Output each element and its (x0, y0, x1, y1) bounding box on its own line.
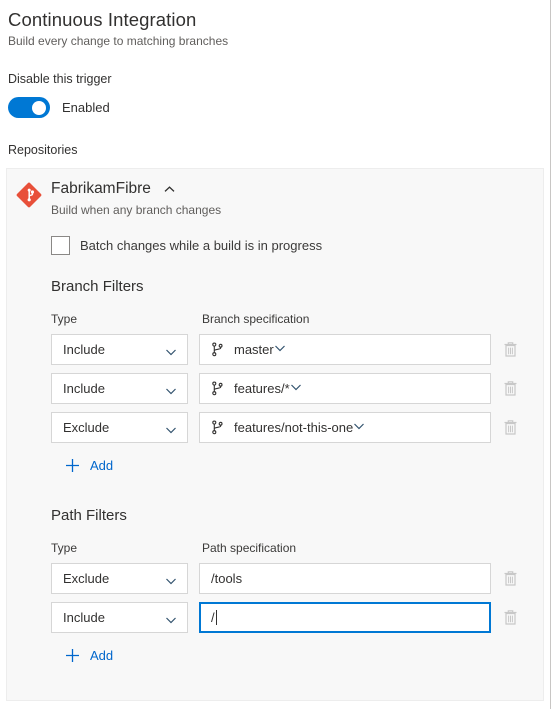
path-type-column-header: Type (51, 541, 78, 555)
repository-header-text: FabrikamFibre Build when any branch chan… (51, 179, 221, 218)
branch-specification-input[interactable]: features/not-this-one (199, 412, 491, 443)
add-branch-filter-label: Add (90, 458, 114, 473)
repository-panel: FabrikamFibre Build when any branch chan… (6, 168, 544, 701)
disable-trigger-label: Disable this trigger (8, 72, 112, 86)
repository-name: FabrikamFibre (51, 180, 151, 197)
delete-branch-filter-icon[interactable] (503, 419, 518, 436)
enable-trigger-toggle[interactable] (8, 97, 50, 118)
path-filter-type-value: Exclude (63, 571, 110, 586)
path-specification-input[interactable]: /tools (199, 563, 491, 594)
toggle-knob (32, 100, 46, 115)
git-branch-icon (211, 381, 225, 396)
branch-filter-type-value: Include (63, 381, 105, 396)
branch-filters-column-headers: Type Branch specification (51, 312, 543, 326)
git-repository-icon (15, 181, 43, 209)
path-filter-row: Exclude /tools (51, 563, 543, 594)
add-branch-filter-button[interactable]: Add (65, 458, 135, 473)
path-filter-type-value: Include (63, 610, 105, 625)
add-path-filter-label: Add (90, 648, 114, 663)
repository-header: FabrikamFibre Build when any branch chan… (7, 169, 543, 218)
branch-filter-row: Include (51, 334, 543, 365)
disable-trigger-block: Disable this trigger Enabled (8, 71, 550, 118)
chevron-down-icon (165, 574, 177, 586)
add-path-filter-button[interactable]: Add (65, 648, 135, 663)
chevron-down-icon (165, 613, 177, 625)
delete-path-filter-icon[interactable] (503, 609, 518, 626)
toggle-state-label: Enabled (62, 100, 110, 115)
path-filters-column-headers: Type Path specification (51, 541, 543, 555)
delete-branch-filter-icon[interactable] (503, 380, 518, 397)
branch-filters-section: Branch Filters Type Branch specification… (51, 277, 543, 443)
path-specification-value: /tools (211, 571, 243, 586)
batch-changes-label: Batch changes while a build is in progre… (80, 238, 323, 253)
repository-description: Build when any branch changes (51, 203, 222, 217)
branch-filters-title: Branch Filters (51, 278, 144, 295)
branch-specification-value: master (234, 342, 274, 357)
page-title: Continuous Integration (8, 9, 197, 30)
path-filter-row: Include / (51, 602, 543, 633)
branch-filter-type-select[interactable]: Exclude (51, 412, 188, 443)
chevron-down-icon (165, 345, 177, 357)
branch-filter-row: Exclude features/not-this-one (51, 412, 543, 443)
chevron-down-icon (165, 384, 177, 396)
batch-changes-row[interactable]: Batch changes while a build is in progre… (51, 236, 543, 255)
git-branch-icon (211, 420, 225, 435)
chevron-down-icon (165, 423, 177, 435)
branch-specification-value: features/* (234, 381, 290, 396)
path-filters-section: Path Filters Type Path specification Exc… (51, 506, 543, 633)
path-filter-type-select[interactable]: Exclude (51, 563, 188, 594)
chevron-down-icon (353, 419, 365, 437)
branch-filter-type-value: Include (63, 342, 105, 357)
branch-type-column-header: Type (51, 312, 78, 326)
branch-filter-type-select[interactable]: Include (51, 373, 188, 404)
page-header: Continuous Integration Build every chang… (0, 0, 550, 50)
branch-specification-value: features/not-this-one (234, 420, 354, 435)
repositories-label: Repositories (8, 143, 78, 157)
path-spec-column-header: Path specification (202, 541, 297, 555)
repository-title-row: FabrikamFibre (51, 179, 221, 199)
branch-specification-input[interactable]: features/* (199, 373, 491, 404)
branch-filter-type-value: Exclude (63, 420, 110, 435)
chevron-down-icon (274, 341, 286, 359)
trigger-toggle-row: Enabled (8, 97, 550, 118)
delete-path-filter-icon[interactable] (503, 570, 518, 587)
git-branch-icon (211, 342, 225, 357)
path-specification-input-focused[interactable]: / (199, 602, 491, 633)
branch-specification-input[interactable]: master (199, 334, 491, 365)
batch-changes-checkbox[interactable] (51, 236, 70, 255)
path-filters-title: Path Filters (51, 507, 127, 524)
branch-filter-type-select[interactable]: Include (51, 334, 188, 365)
chevron-down-icon (290, 380, 302, 398)
text-cursor (215, 610, 217, 625)
chevron-up-icon[interactable] (163, 183, 176, 196)
path-filter-type-select[interactable]: Include (51, 602, 188, 633)
plus-icon (65, 458, 80, 473)
branch-spec-column-header: Branch specification (202, 312, 310, 326)
branch-filter-row: Include (51, 373, 543, 404)
page-subtitle: Build every change to matching branches (8, 34, 229, 48)
delete-branch-filter-icon[interactable] (503, 341, 518, 358)
plus-icon (65, 648, 80, 663)
path-specification-value: / (211, 610, 215, 625)
continuous-integration-page: Continuous Integration Build every chang… (0, 0, 551, 709)
